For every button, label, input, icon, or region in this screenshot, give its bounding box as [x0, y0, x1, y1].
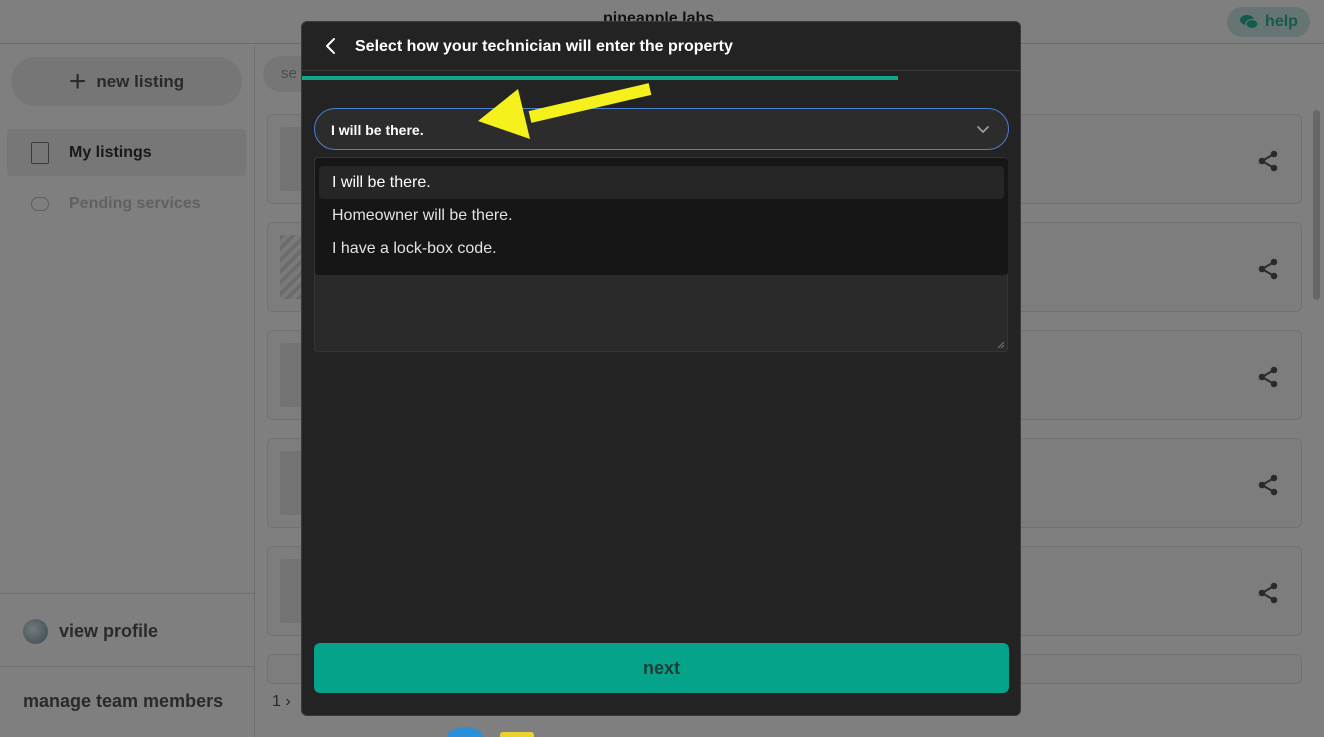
progress-bar: [302, 76, 1020, 80]
entry-method-modal: Select how your technician will enter th…: [301, 21, 1021, 716]
modal-header: Select how your technician will enter th…: [302, 22, 1020, 71]
progress-fill: [302, 76, 898, 80]
resize-grip-icon[interactable]: [997, 341, 1005, 349]
entry-method-select[interactable]: I will be there.: [314, 108, 1009, 150]
select-dropdown-menu: I will be there. Homeowner will be there…: [315, 158, 1008, 275]
chevron-down-icon: [977, 126, 989, 134]
chevron-left-icon[interactable]: [320, 34, 342, 58]
option-homeowner-will-be-there[interactable]: Homeowner will be there.: [319, 199, 1004, 232]
modal-title: Select how your technician will enter th…: [355, 38, 733, 55]
dock-app-icon[interactable]: [500, 732, 534, 737]
next-button[interactable]: next: [314, 643, 1009, 693]
option-lock-box-code[interactable]: I have a lock-box code.: [319, 232, 1004, 265]
select-value: I will be there.: [331, 122, 424, 138]
option-i-will-be-there[interactable]: I will be there.: [319, 166, 1004, 199]
